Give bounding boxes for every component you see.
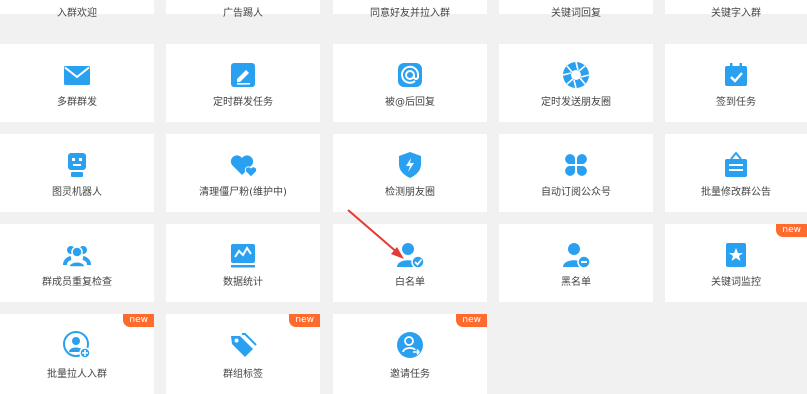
- feature-tile-welcome[interactable]: 入群欢迎: [0, 0, 154, 19]
- feature-tile-group-tags[interactable]: new 群组标签: [166, 314, 320, 394]
- feature-tile-turing-robot[interactable]: 图灵机器人: [0, 134, 154, 212]
- feature-tile-accept-friend[interactable]: 同意好友并拉入群: [333, 0, 487, 19]
- mail-icon: [62, 60, 92, 90]
- user-add-icon: [62, 330, 92, 360]
- tile-label: 邀请任务: [390, 369, 430, 380]
- user-check-icon: [395, 240, 425, 270]
- tile-label: 白名单: [395, 277, 425, 288]
- tile-label: 签到任务: [716, 97, 756, 108]
- robot-icon: [62, 150, 92, 180]
- tile-label: 入群欢迎: [57, 8, 97, 19]
- feature-tile-check-moments[interactable]: 检测朋友圈: [333, 134, 487, 212]
- tile-label: 关键字入群: [711, 8, 761, 19]
- heart-icon: [228, 150, 258, 180]
- tag-icon: [228, 330, 258, 360]
- group-icon: [62, 240, 92, 270]
- feature-tile-scheduled-send[interactable]: 定时群发任务: [166, 44, 320, 122]
- feature-tile-keyword-reply[interactable]: 关键词回复: [499, 0, 653, 19]
- feature-tile-batch-add-members[interactable]: new 批量拉人入群: [0, 314, 154, 394]
- tile-label: 批量修改群公告: [701, 187, 771, 198]
- feature-tile-auto-subscribe[interactable]: 自动订阅公众号: [499, 134, 653, 212]
- tile-label: 被@后回复: [385, 97, 435, 108]
- tile-label: 定时群发任务: [213, 97, 273, 108]
- star-bookmark-icon: [721, 240, 751, 270]
- at-icon: [395, 60, 425, 90]
- tile-label: 黑名单: [561, 277, 591, 288]
- feature-tile-at-reply[interactable]: 被@后回复: [333, 44, 487, 122]
- tile-label: 自动订阅公众号: [541, 187, 611, 198]
- tile-label: 批量拉人入群: [47, 369, 107, 380]
- new-badge: new: [776, 224, 807, 237]
- notice-board-icon: [721, 150, 751, 180]
- tile-label: 图灵机器人: [52, 187, 102, 198]
- invite-icon: [395, 330, 425, 360]
- tile-label: 关键词回复: [551, 8, 601, 19]
- feature-tile-keyword-monitor[interactable]: new 关键词监控: [665, 224, 807, 302]
- feature-tile-member-duplicate[interactable]: 群成员重复检查: [0, 224, 154, 302]
- feature-tile-whitelist[interactable]: 白名单: [333, 224, 487, 302]
- feature-tile-moments-post[interactable]: 定时发送朋友圈: [499, 44, 653, 122]
- tile-label: 定时发送朋友圈: [541, 97, 611, 108]
- feature-tile-statistics[interactable]: 数据统计: [166, 224, 320, 302]
- feature-tile-checkin[interactable]: 签到任务: [665, 44, 807, 122]
- feature-tile-batch-notice[interactable]: 批量修改群公告: [665, 134, 807, 212]
- feature-tile-mass-send[interactable]: 多群群发: [0, 44, 154, 122]
- clover-icon: [561, 150, 591, 180]
- tile-label: 清理僵尸粉(维护中): [199, 187, 287, 198]
- shield-bolt-icon: [395, 150, 425, 180]
- tile-label: 群成员重复检查: [42, 277, 112, 288]
- tile-label: 多群群发: [57, 97, 97, 108]
- user-remove-icon: [561, 240, 591, 270]
- feature-tile-invite-task[interactable]: new 邀请任务: [333, 314, 487, 394]
- shutter-icon: [561, 60, 591, 90]
- tile-label: 广告踢人: [223, 8, 263, 19]
- tile-label: 检测朋友圈: [385, 187, 435, 198]
- tile-label: 关键词监控: [711, 277, 761, 288]
- tile-label: 数据统计: [223, 277, 263, 288]
- feature-tile-blacklist[interactable]: 黑名单: [499, 224, 653, 302]
- tile-label: 同意好友并拉入群: [370, 8, 450, 19]
- feature-tile-ad-kick[interactable]: 广告踢人: [166, 0, 320, 19]
- new-badge: new: [456, 314, 487, 327]
- chart-icon: [228, 240, 258, 270]
- feature-tile-clean-zombie[interactable]: 清理僵尸粉(维护中): [166, 134, 320, 212]
- new-badge: new: [289, 314, 320, 327]
- tile-label: 群组标签: [223, 369, 263, 380]
- calendar-check-icon: [721, 60, 751, 90]
- feature-tile-keyword-join[interactable]: 关键字入群: [665, 0, 807, 19]
- new-badge: new: [123, 314, 154, 327]
- edit-icon: [228, 60, 258, 90]
